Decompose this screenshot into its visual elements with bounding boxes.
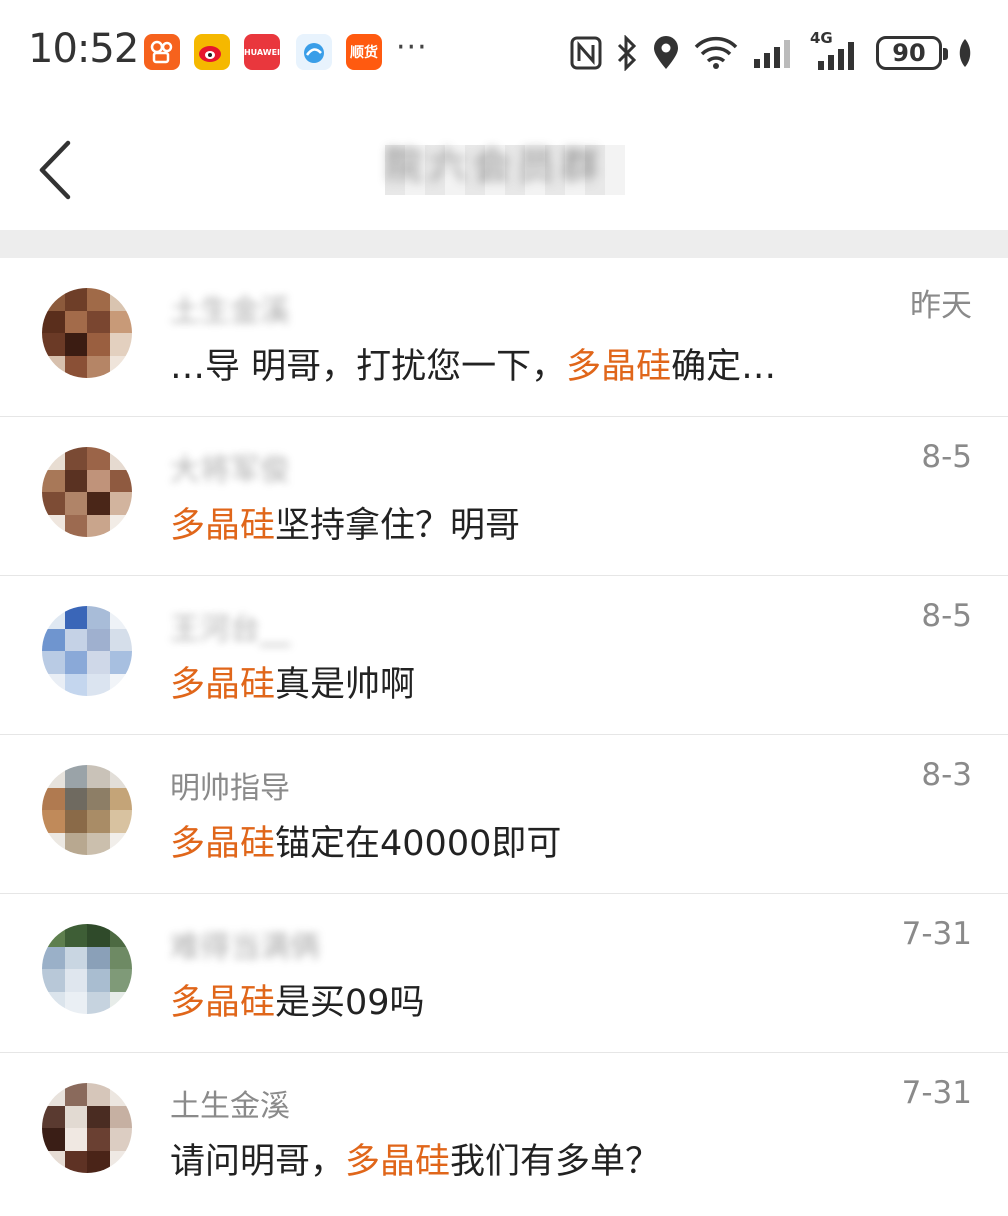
section-divider bbox=[0, 230, 1008, 258]
avatar bbox=[42, 447, 132, 537]
message-date: 8-3 bbox=[921, 757, 972, 793]
message-date: 7-31 bbox=[901, 1075, 972, 1111]
4g-signal-icon: 4G bbox=[810, 29, 862, 71]
message-date: 8-5 bbox=[921, 598, 972, 634]
conversation-item[interactable]: 土生金溪 昨天 …导 明哥，打扰您一下，多晶硅确定… bbox=[0, 258, 1008, 417]
battery-icon: 90 bbox=[876, 36, 948, 70]
avatar bbox=[42, 288, 132, 378]
chevron-left-icon bbox=[39, 140, 71, 200]
weibo-icon bbox=[194, 34, 230, 70]
bluetooth-icon bbox=[617, 35, 637, 71]
nav-bar: 院六会员群 bbox=[0, 105, 1008, 230]
sender-name: 明帅指导 bbox=[170, 771, 290, 806]
avatar bbox=[42, 924, 132, 1014]
sender-name: 土生金溪 bbox=[170, 294, 290, 329]
sender-name: 大将军俊 bbox=[170, 453, 290, 488]
huawei-store-icon: HUAWEI bbox=[244, 34, 280, 70]
keyword-highlight: 多晶硅 bbox=[566, 347, 672, 387]
message-preview: 多晶硅锚定在40000即可 bbox=[170, 824, 562, 864]
keyword-highlight: 多晶硅 bbox=[170, 665, 276, 705]
avatar bbox=[42, 606, 132, 696]
conversation-item[interactable]: 王河台__ 8-5 多晶硅真是帅啊 bbox=[0, 576, 1008, 735]
message-preview: 多晶硅坚持拿住？明哥 bbox=[170, 506, 521, 546]
sender-name: 王河台__ bbox=[170, 612, 290, 647]
keyword-highlight: 多晶硅 bbox=[170, 506, 276, 546]
message-date: 昨天 bbox=[910, 288, 972, 324]
wifi-icon bbox=[694, 36, 738, 69]
system-icons: 4G 90 bbox=[570, 29, 974, 74]
shunhuo-icon: 顺货 bbox=[346, 34, 382, 70]
message-preview: 多晶硅是买09吗 bbox=[170, 983, 425, 1023]
signal-strength-icon bbox=[754, 40, 790, 68]
status-time: 10:52 bbox=[28, 26, 139, 72]
sender-name: 难得当满俩 bbox=[170, 930, 320, 965]
more-notifications-icon: ··· bbox=[396, 30, 428, 65]
conversation-list: 土生金溪 昨天 …导 明哥，打扰您一下，多晶硅确定… 大将军俊 8-5 多晶硅坚… bbox=[0, 258, 1008, 1211]
conversation-item[interactable]: 明帅指导 8-3 多晶硅锚定在40000即可 bbox=[0, 735, 1008, 894]
keyword-highlight: 多晶硅 bbox=[345, 1142, 451, 1182]
battery-level: 90 bbox=[892, 39, 926, 67]
keyword-highlight: 多晶硅 bbox=[170, 824, 276, 864]
message-date: 7-31 bbox=[901, 916, 972, 952]
location-icon bbox=[654, 36, 678, 69]
keyword-highlight: 多晶硅 bbox=[170, 983, 276, 1023]
bird-app-icon bbox=[296, 34, 332, 70]
nfc-icon bbox=[570, 36, 602, 70]
message-preview: …导 明哥，打扰您一下，多晶硅确定… bbox=[170, 347, 777, 387]
conversation-item[interactable]: 土生金溪 7-31 请问明哥，多晶硅我们有多单？ bbox=[0, 1053, 1008, 1211]
avatar bbox=[42, 765, 132, 855]
page-title: 院六会员群 bbox=[385, 144, 606, 188]
leaf-icon bbox=[959, 39, 971, 67]
back-button[interactable] bbox=[30, 135, 90, 205]
conversation-item[interactable]: 大将军俊 8-5 多晶硅坚持拿住？明哥 bbox=[0, 417, 1008, 576]
status-bar: 10:52 HUAWEI 顺货 ··· 4G 90 bbox=[0, 0, 1008, 105]
message-date: 8-5 bbox=[921, 439, 972, 475]
sender-name: 土生金溪 bbox=[170, 1089, 290, 1124]
message-preview: 多晶硅真是帅啊 bbox=[170, 665, 416, 705]
conversation-item[interactable]: 难得当满俩 7-31 多晶硅是买09吗 bbox=[0, 894, 1008, 1053]
avatar bbox=[42, 1083, 132, 1173]
message-preview: 请问明哥，多晶硅我们有多单？ bbox=[170, 1142, 661, 1182]
kuaishou-icon bbox=[144, 34, 180, 70]
